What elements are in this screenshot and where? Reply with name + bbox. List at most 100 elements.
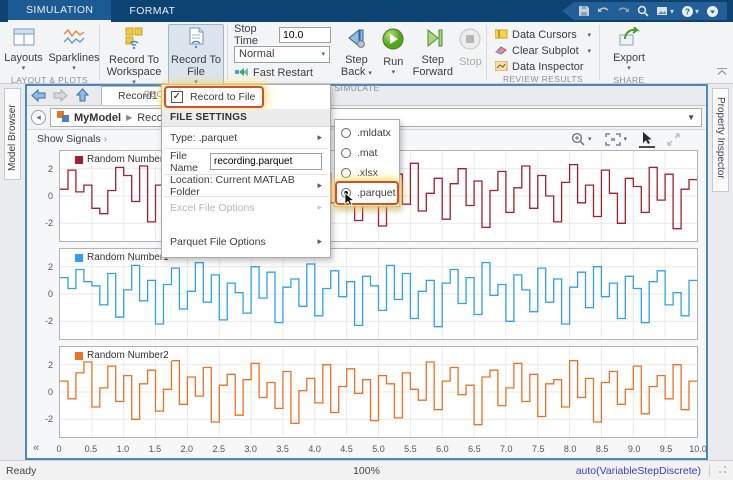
save-icon[interactable] — [578, 5, 590, 17]
back-button[interactable] — [28, 86, 48, 104]
stop-time-label: Stop Time — [234, 23, 274, 47]
option-mldatx[interactable]: .mldatx — [335, 123, 399, 143]
stop-button[interactable]: Stop — [455, 24, 486, 71]
file-settings-header: FILE SETTINGS — [162, 109, 330, 127]
sparklines-dropdown-icon: ▾ — [72, 64, 76, 72]
export-label: Export — [613, 52, 645, 64]
sparklines-button[interactable]: Sparklines ▾ — [49, 24, 99, 75]
step-forward-button[interactable]: Step Forward — [411, 24, 455, 81]
record-to-file-button[interactable]: Record To File ▾ — [168, 24, 224, 89]
group-simulate: Stop Time Normal ▾ Fast Restart Step Bac… — [228, 22, 486, 83]
fast-restart-label[interactable]: Fast Restart — [253, 67, 313, 79]
file-name-input[interactable] — [210, 153, 322, 170]
x-tick-label: 9.5 — [660, 444, 673, 454]
zoom-in-button[interactable]: ▾ — [569, 131, 594, 147]
subplot-random-number1[interactable]: 20-2 Random Number1 — [59, 248, 698, 340]
record-to-file-item-label: Record to File — [190, 91, 255, 103]
snapshot-icon[interactable]: ▾ — [656, 6, 674, 17]
x-tick-label: 3.5 — [276, 444, 289, 454]
resize-grip-icon[interactable] — [718, 465, 727, 477]
model-browser-tab[interactable]: Model Browser — [4, 88, 21, 180]
data-cursors-button[interactable]: Data Cursors ▾ — [495, 28, 591, 42]
breadcrumb-chevron-icon: ▶ — [126, 113, 132, 122]
layouts-button[interactable]: Layouts ▾ — [0, 24, 47, 75]
fit-dropdown-icon[interactable]: ▾ — [623, 135, 627, 143]
legend-swatch — [75, 254, 83, 262]
record-to-file-checkbox[interactable]: ✓ — [171, 91, 183, 103]
record-to-file-menu-item[interactable]: ✓ Record to File — [166, 88, 262, 106]
y-axis-labels: 20-2 — [36, 249, 56, 339]
fast-restart-icon — [234, 67, 248, 80]
x-tick-label: 0 — [56, 444, 61, 454]
minimize-ribbon-icon[interactable] — [706, 5, 719, 18]
signal-legend[interactable]: Random Number1 — [72, 252, 172, 263]
help-dropdown-icon[interactable]: ▾ — [695, 7, 699, 16]
search-icon[interactable] — [637, 5, 649, 17]
record-to-workspace-dropdown-icon: ▾ — [132, 78, 136, 86]
group-label-layout: LAYOUT & PLOTS — [0, 75, 99, 87]
simulation-mode-select[interactable]: Normal ▾ — [234, 46, 330, 63]
breadcrumb-dropdown-icon[interactable]: ▼ — [687, 113, 695, 122]
x-axis-labels: 00.51.01.52.02.53.03.54.04.55.05.56.06.5… — [59, 444, 698, 457]
collapse-sidebar-icon[interactable]: « — [33, 442, 39, 454]
y-tick-label: 0 — [48, 191, 53, 201]
run-button[interactable]: Run ▾ — [376, 24, 411, 79]
group-layout-plots: Layouts ▾ Sparklines ▾ LAYOUT & PLOTS — [0, 22, 99, 83]
stop-icon — [458, 27, 482, 54]
layouts-dropdown-icon: ▾ — [22, 64, 26, 72]
radio-mldatx[interactable] — [341, 128, 351, 138]
collapse-browser-icon[interactable]: ◂ — [31, 110, 46, 125]
status-solver[interactable]: auto(VariableStepDiscrete) — [576, 465, 701, 477]
x-tick-label: 4.5 — [340, 444, 353, 454]
expand-plot-button[interactable] — [665, 132, 682, 147]
radio-mat[interactable] — [341, 148, 351, 158]
option-mat[interactable]: .mat — [335, 143, 399, 163]
simulation-mode-dropdown-icon: ▾ — [321, 50, 325, 58]
step-back-label: Step Back ▾ — [339, 54, 374, 80]
x-tick-label: 7.0 — [500, 444, 513, 454]
file-name-label: File Name — [170, 150, 204, 174]
stop-time-input[interactable] — [279, 27, 331, 43]
legend-label: Random Number — [87, 154, 163, 165]
subplot-random-number2[interactable]: 20-2 Random Number2 — [59, 346, 698, 438]
redo-icon[interactable] — [617, 6, 630, 17]
forward-button[interactable] — [50, 86, 70, 104]
collapse-toolstrip-icon[interactable] — [716, 67, 728, 79]
menu-item-location[interactable]: Location: Current MATLAB Folder ▸ — [162, 175, 330, 196]
snapshot-dropdown-icon[interactable]: ▾ — [670, 7, 674, 16]
status-bar: Ready 100% auto(VariableStepDiscrete) — [0, 460, 733, 480]
sparklines-icon — [62, 27, 86, 50]
step-back-button[interactable]: Step Back ▾ — [337, 24, 376, 83]
data-cursors-dropdown-icon: ▾ — [587, 31, 591, 39]
record-to-workspace-button[interactable]: Record To Workspace ▾ — [103, 24, 165, 89]
up-button[interactable] — [72, 86, 92, 104]
menu-item-parquet-options[interactable]: Parquet File Options ▸ — [162, 231, 330, 252]
radio-xlsx[interactable] — [341, 168, 351, 178]
data-inspector-button[interactable]: Data Inspector — [495, 60, 591, 74]
breadcrumb-model[interactable]: MyModel — [74, 112, 121, 124]
fit-to-view-button[interactable]: ▾ — [603, 132, 629, 147]
help-icon[interactable]: ?▾ — [681, 5, 699, 18]
option-xlsx[interactable]: .xlsx — [335, 163, 399, 183]
signal-legend[interactable]: Random Number — [72, 154, 166, 165]
stop-label: Stop — [459, 56, 482, 68]
undo-icon[interactable] — [597, 6, 610, 17]
clear-subplot-button[interactable]: Clear Subplot ▾ — [495, 44, 591, 58]
menu-item-type[interactable]: Type: .parquet ▸ — [162, 127, 330, 148]
status-divider — [709, 465, 710, 477]
svg-text:?: ? — [685, 7, 690, 16]
data-cursors-label: Data Cursors — [512, 29, 577, 41]
pointer-tool-button[interactable] — [639, 130, 655, 148]
tab-simulation[interactable]: SIMULATION — [8, 0, 111, 22]
signal-legend[interactable]: Random Number2 — [72, 350, 172, 361]
export-icon — [617, 27, 641, 50]
zoom-dropdown-icon[interactable]: ▾ — [588, 135, 592, 143]
tab-format[interactable]: FORMAT — [111, 0, 193, 22]
group-review-results: Data Cursors ▾ Clear Subplot ▾ Data Insp… — [487, 22, 599, 83]
export-dropdown-icon: ▾ — [627, 64, 631, 72]
export-button[interactable]: Export ▾ — [605, 24, 653, 75]
show-signals-link[interactable]: Show Signals› — [37, 133, 107, 145]
property-inspector-tab[interactable]: Property Inspector — [712, 88, 729, 192]
legend-label: Random Number1 — [87, 252, 169, 263]
run-label: Run — [383, 56, 403, 68]
